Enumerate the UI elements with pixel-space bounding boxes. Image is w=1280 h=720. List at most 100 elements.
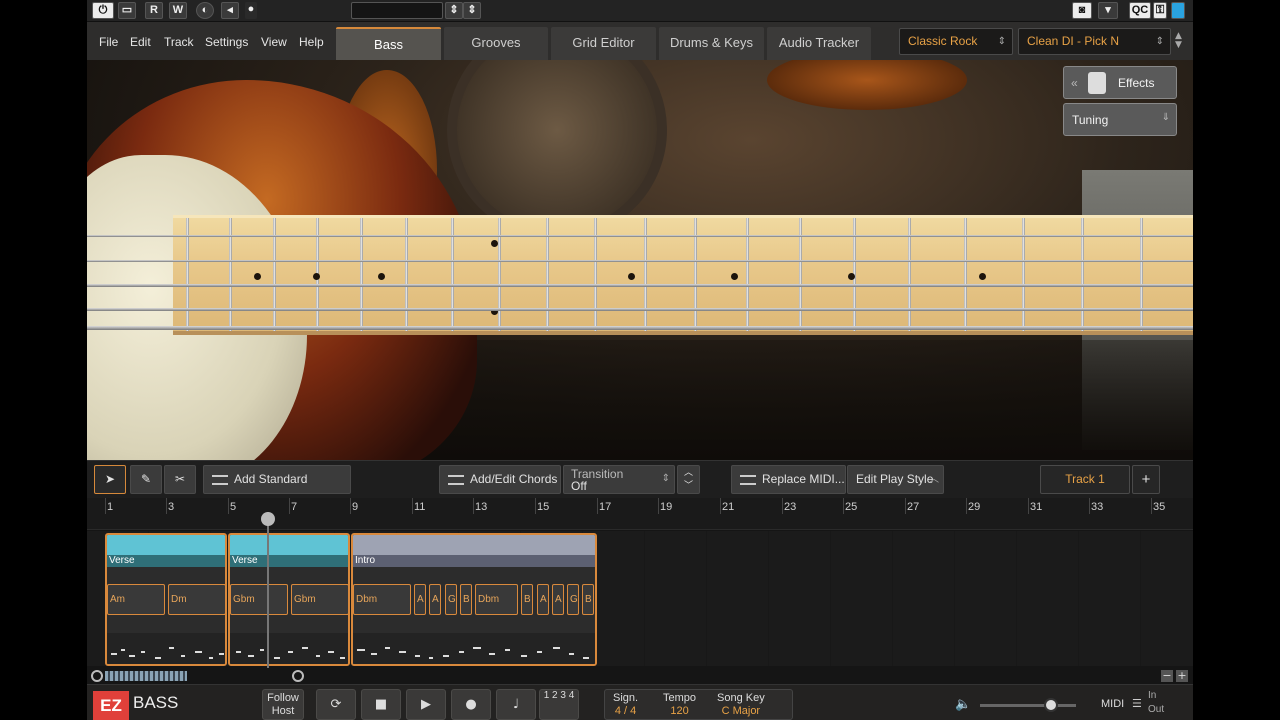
chord-block[interactable]: G <box>567 584 579 615</box>
zoom-out-button[interactable]: − <box>1161 670 1173 682</box>
midi-note <box>181 655 185 657</box>
chord-block[interactable]: B <box>460 584 472 615</box>
bar-number: 21 <box>722 501 735 513</box>
compare-icon[interactable]: ◐ <box>196 2 214 19</box>
menu-edit[interactable]: Edit <box>130 35 151 49</box>
play-button[interactable]: ▶ <box>406 689 446 720</box>
prev-next-icon[interactable]: ⇕ <box>445 2 463 19</box>
chord-block[interactable]: G <box>445 584 457 615</box>
effects-button[interactable]: « Effects <box>1063 66 1177 99</box>
midi-note <box>340 657 345 659</box>
transition-step-button[interactable]: ︿ ﹀ <box>677 465 700 494</box>
menu-settings[interactable]: Settings <box>205 35 248 49</box>
loop-start-handle[interactable] <box>91 670 103 682</box>
part-header[interactable] <box>353 535 595 555</box>
menu-track[interactable]: Track <box>164 35 194 49</box>
link-icon[interactable]: ● <box>245 2 257 19</box>
split-tool-button[interactable]: ✂ <box>164 465 196 494</box>
signature-field[interactable]: Sign. 4 / 4 <box>613 692 638 717</box>
bar-tick <box>782 498 783 514</box>
edit-play-style-button[interactable]: Edit Play Style ︿ <box>847 465 944 494</box>
metronome-button[interactable]: ♩ <box>496 689 536 720</box>
settings-menu-icon[interactable]: ▾ <box>1098 2 1118 19</box>
chord-block[interactable]: A <box>552 584 564 615</box>
menu-view[interactable]: View <box>261 35 287 49</box>
loop-button[interactable]: ⟳ <box>316 689 356 720</box>
chord-block[interactable]: Am <box>107 584 165 615</box>
menu-help[interactable]: Help <box>299 35 324 49</box>
back-icon[interactable]: ◂ <box>221 2 239 19</box>
midi-note <box>274 657 280 659</box>
bypass-button[interactable]: ▭ <box>118 2 136 19</box>
tempo-field[interactable]: Tempo 120 <box>663 692 696 717</box>
overview-scrollbar[interactable] <box>105 671 187 681</box>
camera-icon[interactable]: ◙ <box>1072 2 1092 19</box>
chord-block[interactable]: A <box>537 584 549 615</box>
bar-ruler[interactable]: 1 3 5 7 9 11 13 15 17 19 21 23 25 27 29 … <box>87 498 1193 530</box>
tab-drums-keys[interactable]: Drums & Keys <box>659 27 764 60</box>
key-icon[interactable]: ⚿ <box>1153 2 1167 19</box>
song-part-verse[interactable]: Verse Gbm Gbm <box>228 533 350 666</box>
power-button[interactable]: ⏻ <box>92 2 114 19</box>
preset-arrows-icon[interactable]: ⇕ <box>463 2 481 19</box>
loop-end-handle[interactable] <box>292 670 304 682</box>
volume-slider[interactable] <box>980 704 1076 707</box>
song-key-field[interactable]: Song Key C Major <box>717 692 765 717</box>
write-button[interactable]: W <box>169 2 187 19</box>
chord-block[interactable]: Dbm <box>353 584 411 615</box>
bar-tick <box>1028 498 1029 514</box>
track-name-tab[interactable]: Track 1 <box>1040 465 1130 494</box>
bar-number: 31 <box>1030 501 1043 513</box>
menu-file[interactable]: File <box>99 35 118 49</box>
tab-bass[interactable]: Bass <box>336 27 441 60</box>
song-part-intro[interactable]: Intro Dbm A A G B Dbm B A A G B <box>351 533 597 666</box>
tab-audio-tracker[interactable]: Audio Tracker <box>767 27 871 60</box>
bar-number: 19 <box>660 501 673 513</box>
preset-step-icon[interactable]: ▲ ▼ <box>1175 32 1182 50</box>
signature-value: 4 / 4 <box>614 705 637 717</box>
midi-menu-icon[interactable]: ☰ <box>1132 697 1142 710</box>
add-track-button[interactable]: + <box>1132 465 1160 494</box>
style-preset-dropdown[interactable]: Classic Rock ⇕ <box>899 28 1013 55</box>
playhead-line <box>267 512 269 668</box>
window-icon[interactable] <box>1171 2 1185 19</box>
select-tool-button[interactable]: ➤ <box>94 465 126 494</box>
playhead-handle[interactable] <box>261 512 275 526</box>
chord-block[interactable]: B <box>521 584 533 615</box>
volume-knob[interactable] <box>1044 698 1058 712</box>
qc-button[interactable]: QC <box>1129 2 1151 19</box>
record-button[interactable]: ● <box>451 689 491 720</box>
midi-note <box>553 647 560 649</box>
tone-preset-value: Clean DI - Pick N <box>1027 34 1120 48</box>
add-edit-chords-button[interactable]: Add/Edit Chords <box>439 465 561 494</box>
song-part-verse[interactable]: Verse Am Dm <box>105 533 227 666</box>
chord-block[interactable]: B <box>582 584 594 615</box>
tab-grid-editor[interactable]: Grid Editor <box>551 27 656 60</box>
record-icon: ● <box>465 697 477 712</box>
bar-tick <box>473 498 474 514</box>
fretboard[interactable] <box>87 215 1193 335</box>
chord-block[interactable]: Dbm <box>475 584 518 615</box>
tab-grooves[interactable]: Grooves <box>444 27 548 60</box>
chord-block[interactable]: A <box>414 584 426 615</box>
part-header[interactable] <box>230 535 348 555</box>
chord-block[interactable]: Gbm <box>230 584 288 615</box>
tone-preset-dropdown[interactable]: Clean DI - Pick N ⇕ <box>1018 28 1171 55</box>
part-header[interactable] <box>107 535 225 555</box>
transition-dropdown[interactable]: Transition Off ⇕ <box>563 465 675 494</box>
count-in-button[interactable]: 1 2 3 4 <box>539 689 579 720</box>
follow-host-button[interactable]: Follow Host <box>262 689 304 720</box>
read-button[interactable]: R <box>145 2 163 19</box>
zoom-in-button[interactable]: + <box>1176 670 1188 682</box>
replace-midi-button[interactable]: Replace MIDI... <box>731 465 846 494</box>
chord-block[interactable]: A <box>429 584 441 615</box>
add-standard-groove-button[interactable]: Add Standard Groove <box>203 465 351 513</box>
tuning-dropdown[interactable]: Tuning ⇓ <box>1063 103 1177 136</box>
ez-logo: EZ <box>93 691 129 720</box>
stop-button[interactable]: ■ <box>361 689 401 720</box>
chord-block[interactable]: Dm <box>168 584 225 615</box>
host-preset-field[interactable] <box>351 2 443 19</box>
chord-block[interactable]: Gbm <box>291 584 348 615</box>
draw-tool-button[interactable]: ✎ <box>130 465 162 494</box>
pencil-icon: ✎ <box>140 472 152 486</box>
